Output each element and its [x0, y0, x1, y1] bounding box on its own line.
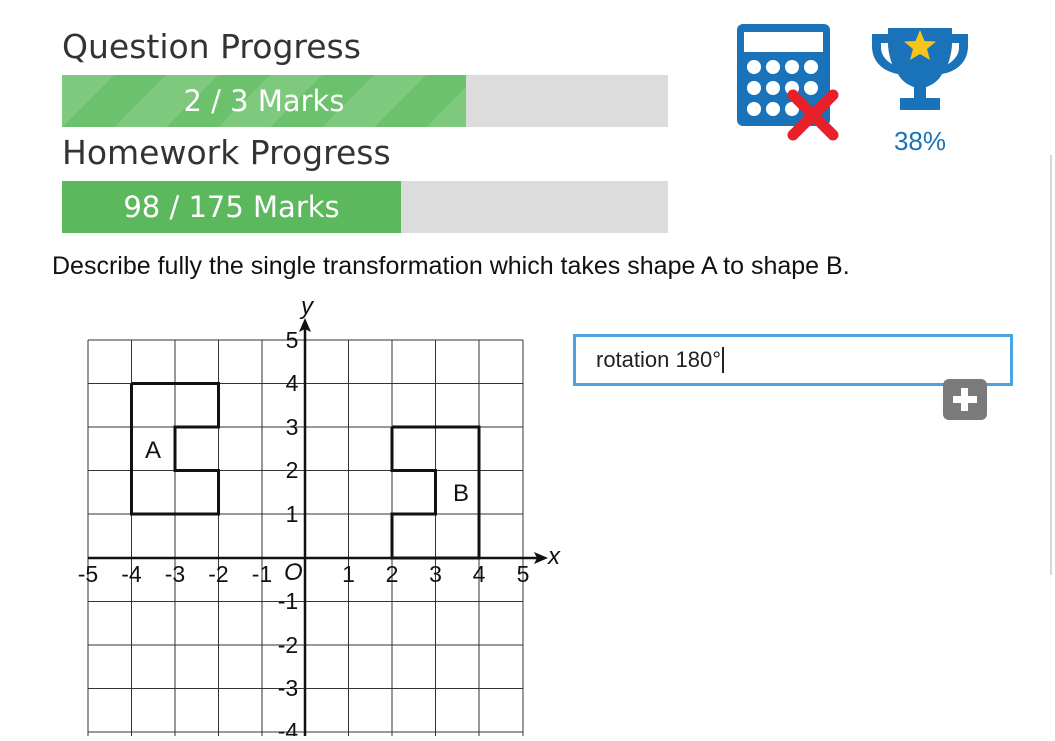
y-tick-label: -4	[278, 718, 299, 736]
question-text: Describe fully the single transformation…	[52, 252, 850, 280]
answer-input-value: rotation 180°	[596, 347, 721, 372]
question-progress-bar: 2 / 3 Marks	[62, 75, 668, 127]
x-tick-label: 5	[517, 561, 530, 587]
x-tick-label: 2	[386, 561, 399, 587]
x-axis-label: x	[547, 543, 561, 570]
scroll-edge	[1050, 155, 1052, 575]
y-tick-label: -1	[278, 588, 298, 614]
score-percent: 38%	[893, 126, 947, 156]
shape-a-label: A	[145, 437, 161, 464]
text-caret	[722, 347, 724, 373]
y-axis-label: y	[299, 293, 315, 320]
trophy-icon	[870, 24, 970, 119]
x-tick-label: 1	[342, 561, 355, 587]
homework-progress-label: Homework Progress	[62, 133, 391, 172]
add-answer-button[interactable]	[943, 379, 987, 420]
x-tick-label: -1	[252, 561, 272, 587]
x-tick-label: -5	[78, 561, 98, 587]
y-tick-label: 5	[286, 327, 299, 353]
y-tick-label: 2	[286, 457, 299, 483]
calculator-not-allowed-icon	[735, 22, 845, 149]
question-progress-text: 2 / 3 Marks	[183, 84, 345, 118]
x-tick-label: 4	[473, 561, 486, 587]
y-tick-label: -2	[278, 632, 298, 658]
x-tick-label: -3	[165, 561, 185, 587]
homework-progress-text: 98 / 175 Marks	[123, 190, 340, 224]
y-tick-label: 4	[286, 370, 299, 396]
axes	[88, 328, 538, 736]
x-tick-label: 3	[429, 561, 442, 587]
coordinate-graph: x y O -5 -4 -3 -2 -1 1 2 3 4 5 5 4 3 2 1…	[60, 290, 580, 741]
origin-label: O	[284, 559, 303, 586]
question-progress-label: Question Progress	[62, 27, 361, 66]
y-tick-label: -3	[278, 675, 298, 701]
y-tick-label: 3	[286, 414, 299, 440]
x-tick-label: -4	[121, 561, 142, 587]
x-tick-label: -2	[208, 561, 228, 587]
shape-b-label: B	[453, 480, 469, 507]
homework-progress-bar: 98 / 175 Marks	[62, 181, 668, 233]
y-tick-label: 1	[286, 501, 299, 527]
